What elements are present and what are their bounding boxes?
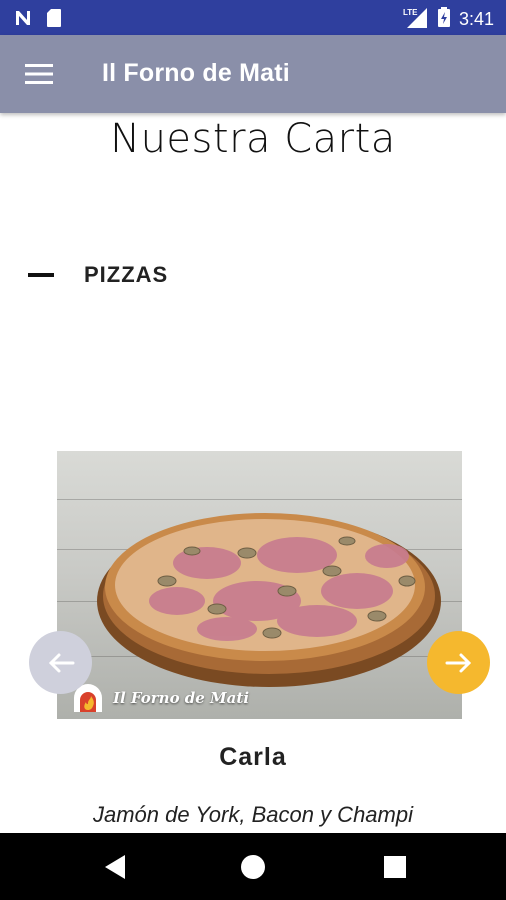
recents-icon (384, 856, 406, 878)
section-header-pizzas[interactable]: PIZZAS (28, 262, 168, 288)
lte-signal-icon: LTE (403, 6, 429, 33)
app-title: Il Forno de Mati (102, 59, 290, 87)
status-time: 3:41 (458, 9, 494, 29)
status-bar: LTE 3:41 (0, 0, 506, 35)
pizza-name: Carla (219, 743, 287, 771)
pizza-description: Jamón de York, Bacon y Champi (93, 802, 413, 827)
n-notification-icon (14, 9, 34, 32)
arrow-left-icon (48, 653, 74, 672)
home-button[interactable] (239, 853, 267, 881)
pizza-image: Il Forno de Mati (57, 451, 462, 719)
menu-icon (25, 64, 53, 84)
watermark: Il Forno de Mati (71, 683, 249, 713)
previous-button[interactable] (29, 631, 92, 694)
sd-card-icon (46, 8, 62, 33)
section-label: PIZZAS (84, 262, 169, 287)
app-bar: Il Forno de Mati (0, 35, 506, 113)
arrow-right-icon (445, 653, 471, 672)
home-icon (241, 855, 265, 879)
page-title: Nuestra Carta (110, 116, 396, 162)
back-icon (105, 855, 125, 879)
recents-button[interactable] (381, 853, 409, 881)
navigation-bar (0, 833, 506, 900)
pizza-illustration (97, 513, 441, 687)
lte-label: LTE (403, 8, 418, 17)
collapse-icon (28, 273, 54, 277)
battery-charging-icon (437, 6, 451, 33)
next-button[interactable] (427, 631, 490, 694)
back-button[interactable] (101, 853, 129, 881)
watermark-text: Il Forno de Mati (113, 689, 250, 707)
menu-button[interactable] (22, 57, 56, 91)
